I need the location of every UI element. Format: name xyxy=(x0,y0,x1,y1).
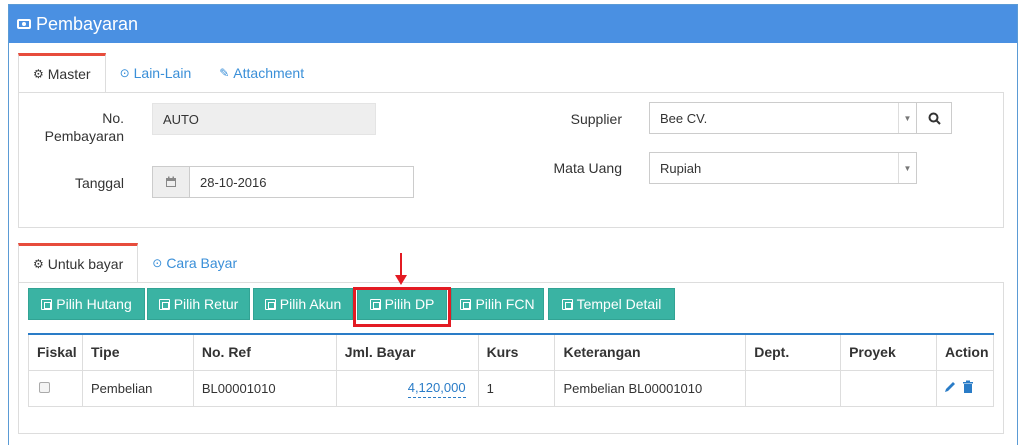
chevron-down-icon: ▼ xyxy=(898,103,916,133)
supplier-search-button[interactable] xyxy=(916,102,952,134)
cell-keterangan: Pembelian BL00001010 xyxy=(554,370,747,406)
check-circle-icon: ⊙ xyxy=(152,256,163,270)
red-arrow-icon xyxy=(395,253,407,285)
table-header-row: Fiskal Tipe No. Ref Jml. Bayar Kurs Kete… xyxy=(28,333,995,371)
gears-icon: ⚙ xyxy=(33,67,44,81)
mata-uang-select[interactable]: Rupiah ▼ xyxy=(649,152,917,184)
cell-jml-bayar[interactable]: 4,120,000 xyxy=(407,379,466,398)
tab-untuk-bayar[interactable]: ⚙ Untuk bayar xyxy=(18,243,139,283)
paperclip-icon: ✎ xyxy=(219,66,230,80)
col-proyek: Proyek xyxy=(840,333,937,371)
tab-attachment[interactable]: ✎ Attachment xyxy=(205,53,318,93)
copy-icon xyxy=(41,298,53,310)
page-title: Pembayaran xyxy=(36,13,139,34)
col-dept: Dept. xyxy=(745,333,842,371)
chevron-down-icon: ▼ xyxy=(898,153,916,183)
col-kurs: Kurs xyxy=(478,333,556,371)
pilih-retur-button[interactable]: Pilih Retur xyxy=(147,288,250,320)
col-keterangan: Keterangan xyxy=(554,333,747,371)
tab-master[interactable]: ⚙ Master xyxy=(18,53,106,93)
tanggal-label: Tanggal xyxy=(74,175,124,191)
col-action: Action xyxy=(936,333,995,371)
panel-header: Pembayaran xyxy=(9,5,1017,43)
col-jml-bayar: Jml. Bayar xyxy=(336,333,479,371)
cell-no-ref: BL00001010 xyxy=(193,370,337,406)
pencil-icon[interactable] xyxy=(943,380,957,394)
bottom-tabs: ⚙ Untuk bayar ⊙ Cara Bayar xyxy=(18,243,251,283)
fiskal-checkbox[interactable] xyxy=(39,381,50,393)
tempel-detail-button[interactable]: Tempel Detail xyxy=(548,288,675,320)
pilih-hutang-button[interactable]: Pilih Hutang xyxy=(28,288,145,320)
money-icon xyxy=(17,19,31,29)
check-circle-icon: ⊙ xyxy=(119,66,130,80)
col-tipe: Tipe xyxy=(82,333,194,371)
cell-kurs: 1 xyxy=(478,370,556,406)
gears-icon: ⚙ xyxy=(33,257,44,271)
trash-icon[interactable] xyxy=(961,380,975,394)
pilih-akun-button[interactable]: Pilih Akun xyxy=(253,288,353,320)
tanggal-input[interactable]: 28-10-2016 xyxy=(189,166,414,198)
no-pembayaran-label-2: Pembayaran xyxy=(44,128,124,144)
search-icon xyxy=(928,112,941,125)
top-tabs: ⚙ Master ⊙ Lain-Lain ✎ Attachment xyxy=(18,53,318,93)
copy-icon xyxy=(460,298,472,310)
cell-proyek xyxy=(840,370,937,406)
cell-tipe: Pembelian xyxy=(82,370,194,406)
tab-lain-lain[interactable]: ⊙ Lain-Lain xyxy=(106,53,206,93)
pilih-fcn-button[interactable]: Pilih FCN xyxy=(451,288,544,320)
copy-icon xyxy=(158,298,170,310)
highlight-box xyxy=(353,287,451,327)
col-fiskal: Fiskal xyxy=(28,333,83,371)
no-pembayaran-label-1: No. xyxy=(102,110,124,126)
supplier-select[interactable]: Bee CV. ▼ xyxy=(649,102,917,134)
copy-icon xyxy=(264,298,276,310)
cell-dept xyxy=(745,370,842,406)
supplier-label: Supplier xyxy=(570,111,622,127)
table-row: Pembelian BL00001010 4,120,000 1 Pembeli… xyxy=(28,370,995,406)
calendar-icon[interactable] xyxy=(152,166,190,198)
tab-cara-bayar[interactable]: ⊙ Cara Bayar xyxy=(138,243,251,283)
no-pembayaran-field[interactable]: AUTO xyxy=(152,103,376,135)
detail-table: Fiskal Tipe No. Ref Jml. Bayar Kurs Kete… xyxy=(28,333,995,407)
paste-icon xyxy=(561,298,573,310)
col-no-ref: No. Ref xyxy=(193,333,337,371)
mata-uang-label: Mata Uang xyxy=(553,160,622,176)
